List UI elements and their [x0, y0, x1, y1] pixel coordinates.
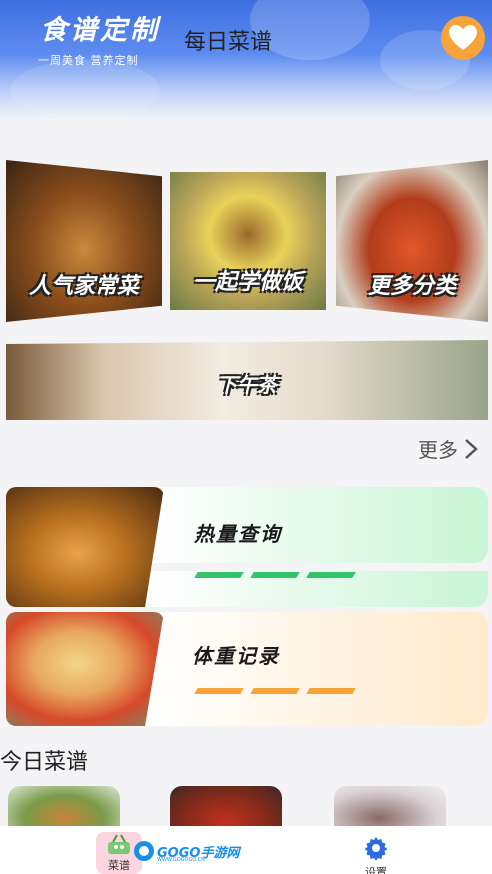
category-label: 人气家常菜	[28, 274, 139, 299]
more-link[interactable]: 更多	[418, 434, 478, 463]
weight-accent-stripes	[194, 688, 356, 694]
tab-settings-label: 设置	[365, 866, 387, 874]
watermark-logo: GOGO手游网 WWW.GOGOGO.CN	[133, 840, 239, 863]
afternoon-tea-banner[interactable]: 下午茶	[6, 340, 488, 420]
tab-settings[interactable]: 设置	[355, 836, 397, 874]
chicken-dish-image	[6, 612, 164, 726]
category-card-learn-cooking[interactable]: 一起学做饭	[170, 172, 326, 310]
recipe-thumbnail[interactable]	[334, 786, 446, 826]
category-card-more[interactable]: 更多分类	[336, 160, 488, 322]
bottom-tab-bar	[0, 826, 492, 874]
calorie-query-label: 热量查询	[194, 522, 282, 546]
page-title: 每日菜谱	[184, 30, 273, 55]
recipe-thumbnail[interactable]	[170, 786, 282, 826]
category-label: 一起学做饭	[192, 270, 303, 295]
brand-subtitle: 一周美食 营养定制	[38, 54, 139, 67]
brand-title: 食谱定制	[40, 15, 160, 46]
gear-icon	[364, 837, 388, 861]
gogo-logo-icon	[134, 841, 154, 861]
heart-icon	[449, 25, 477, 50]
category-label: 更多分类	[367, 274, 456, 299]
chevron-right-icon	[465, 438, 478, 459]
decor-plate	[10, 60, 160, 120]
banner-label: 下午茶	[217, 373, 277, 397]
more-label: 更多	[418, 438, 458, 462]
calorie-accent-stripes	[194, 572, 356, 578]
basket-icon	[108, 834, 130, 854]
recipe-thumbnail[interactable]	[8, 786, 120, 826]
today-recipes-title: 今日菜谱	[0, 750, 89, 775]
category-card-home-style[interactable]: 人气家常菜	[6, 160, 162, 322]
weight-record-label: 体重记录	[192, 644, 280, 668]
watermark-subtext: WWW.GOGOGO.CN	[157, 857, 205, 863]
fried-food-image	[6, 487, 164, 607]
favorite-button[interactable]	[441, 16, 485, 60]
